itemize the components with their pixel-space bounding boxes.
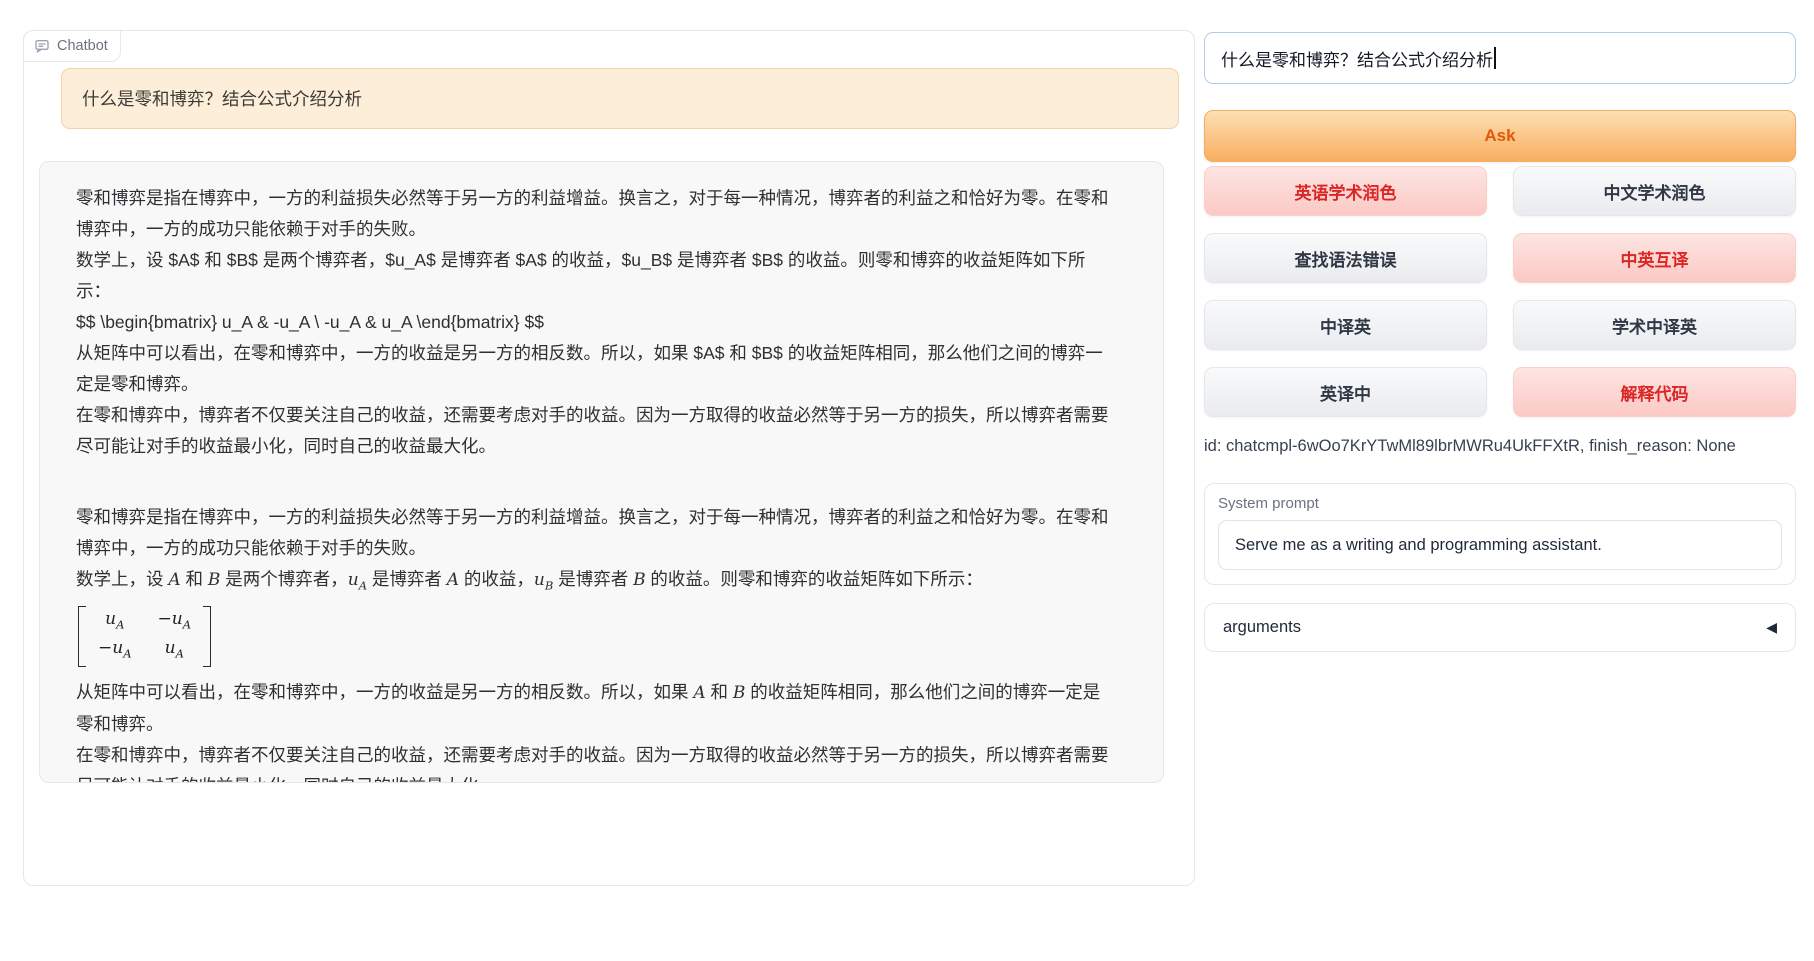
button-zh-to-en[interactable]: 中译英: [1204, 300, 1487, 350]
matrix-cell: −uA: [98, 637, 132, 665]
answer-raw-p2: 数学上，设 $A$ 和 $B$ 是两个博弈者，$u_A$ 是博弈者 $A$ 的收…: [76, 245, 1111, 307]
ask-button-label: Ask: [1484, 126, 1515, 146]
chatbot-label: Chatbot: [57, 38, 108, 54]
arguments-accordion-label: arguments: [1223, 618, 1301, 637]
bot-message-bubble: 零和博弈是指在博弈中，一方的利益损失必然等于另一方的利益增益。换言之，对于每一种…: [39, 161, 1164, 783]
system-prompt-label: System prompt: [1218, 495, 1782, 512]
matrix-cell: uA: [98, 608, 132, 636]
math-text: 和: [181, 569, 208, 589]
quick-actions-grid: 英语学术润色 中文学术润色 查找语法错误 中英互译 中译英 学术中译英 英译中 …: [1204, 166, 1796, 417]
button-zh-en-mutual-translate[interactable]: 中英互译: [1513, 233, 1796, 283]
button-english-academic-polish[interactable]: 英语学术润色: [1204, 166, 1487, 216]
math-text: 是博弈者: [553, 569, 633, 589]
math-var: B: [208, 570, 221, 590]
matrix-cell: uA: [158, 637, 192, 665]
answer-raw-p5: 在零和博弈中，博弈者不仅要关注自己的收益，还需要考虑对手的收益。因为一方取得的收…: [76, 400, 1111, 462]
answer-rendered-p4: 在零和博弈中，博弈者不仅要关注自己的收益，还需要考虑对手的收益。因为一方取得的收…: [76, 740, 1111, 783]
payoff-matrix: uA −uA −uA uA: [78, 606, 211, 667]
question-input-value: 什么是零和博弈？结合公式介绍分析: [1221, 46, 1493, 71]
answer-rendered-math-line: 数学上，设 A 和 B 是两个博弈者，uA 是博弈者 A 的收益，uB 是博弈者…: [76, 564, 1111, 601]
math-text: 是两个博弈者，: [220, 569, 347, 589]
answer-raw-latex: $$ \begin{bmatrix} u_A & -u_A \ -u_A & u…: [76, 307, 1111, 338]
question-input[interactable]: 什么是零和博弈？结合公式介绍分析: [1204, 32, 1796, 84]
math-text: 从矩阵中可以看出，在零和博弈中，一方的收益是另一方的相反数。所以，如果: [76, 682, 693, 702]
button-chinese-academic-polish[interactable]: 中文学术润色: [1513, 166, 1796, 216]
answer-raw-p1: 零和博弈是指在博弈中，一方的利益损失必然等于另一方的利益增益。换言之，对于每一种…: [76, 183, 1111, 245]
system-prompt-input[interactable]: Serve me as a writing and programming as…: [1218, 520, 1782, 570]
answer-rendered-s3: 从矩阵中可以看出，在零和博弈中，一方的收益是另一方的相反数。所以，如果 A 和 …: [76, 677, 1111, 740]
accordion-collapsed-arrow-icon: ◀: [1766, 619, 1777, 636]
chatbot-label-chip: Chatbot: [24, 31, 121, 62]
button-explain-code[interactable]: 解释代码: [1513, 367, 1796, 417]
answer-raw-p4: 从矩阵中可以看出，在零和博弈中，一方的收益是另一方的相反数。所以，如果 $A$ …: [76, 338, 1111, 400]
response-id-status: id: chatcmpl-6wOo7KrYTwMl89lbrMWRu4UkFFX…: [1204, 437, 1796, 456]
page-title-clip: ChatGPT 学术优化: [0, 0, 1814, 9]
math-text: 是博弈者: [367, 569, 447, 589]
user-message-bubble: 什么是零和博弈？结合公式介绍分析: [61, 68, 1179, 129]
button-academic-zh-to-en[interactable]: 学术中译英: [1513, 300, 1796, 350]
math-var: uB: [534, 570, 553, 590]
button-find-grammar-errors[interactable]: 查找语法错误: [1204, 233, 1487, 283]
math-var: B: [733, 683, 746, 703]
user-message-text: 什么是零和博弈？结合公式介绍分析: [82, 86, 362, 111]
math-var: uA: [348, 570, 367, 590]
app-canvas: ChatGPT 学术优化 Chatbot 什么是零和博弈？结合公式介绍分析 零和…: [0, 0, 1814, 961]
math-text: 和: [706, 682, 733, 702]
chat-bubble-icon: [34, 38, 50, 54]
ask-button[interactable]: Ask: [1204, 110, 1796, 162]
math-var: B: [633, 570, 646, 590]
matrix-bracket-left: [78, 606, 86, 667]
math-text: 的收益。则零和博弈的收益矩阵如下所示：: [646, 569, 983, 589]
math-var: A: [447, 570, 459, 590]
system-prompt-group: System prompt Serve me as a writing and …: [1204, 483, 1796, 585]
arguments-accordion[interactable]: arguments ◀: [1204, 603, 1796, 652]
answer-rendered-p1: 零和博弈是指在博弈中，一方的利益损失必然等于另一方的利益增益。换言之，对于每一种…: [76, 502, 1111, 564]
math-var: A: [693, 683, 705, 703]
matrix-bracket-right: [203, 606, 211, 667]
text-caret: [1494, 47, 1496, 69]
chatbot-panel[interactable]: Chatbot 什么是零和博弈？结合公式介绍分析 零和博弈是指在博弈中，一方的利…: [23, 30, 1195, 886]
system-prompt-value: Serve me as a writing and programming as…: [1235, 536, 1602, 555]
math-text: 数学上，设: [76, 569, 168, 589]
math-text: 的收益，: [459, 569, 534, 589]
button-en-to-zh[interactable]: 英译中: [1204, 367, 1487, 417]
page-title: ChatGPT 学术优化: [0, 0, 1814, 8]
matrix-cell: −uA: [158, 608, 192, 636]
math-var: A: [168, 570, 180, 590]
